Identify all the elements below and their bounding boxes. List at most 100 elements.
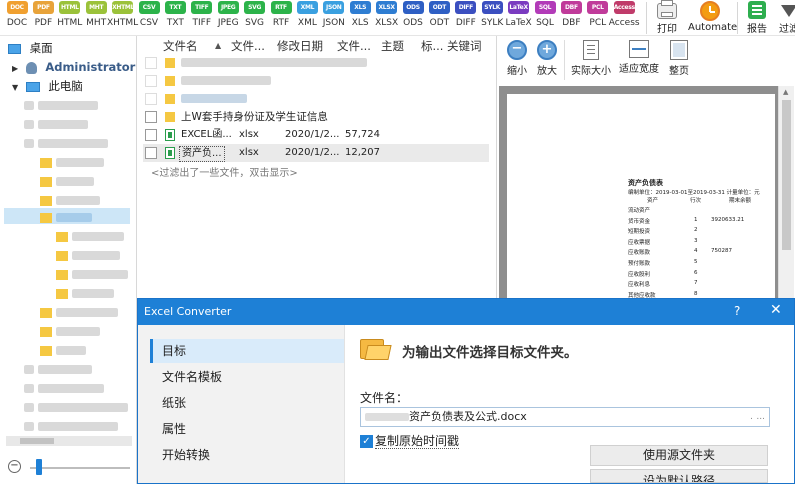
- tree-item-drive[interactable]: [24, 398, 128, 416]
- tree-item-folder[interactable]: [40, 341, 86, 359]
- computer-icon: [25, 81, 40, 92]
- list-item[interactable]: [143, 72, 489, 90]
- format-dbf-icon: DBF: [560, 1, 582, 14]
- filter-button[interactable]: 过滤: [776, 0, 795, 36]
- doc-cell-line: 1: [694, 216, 698, 223]
- vscroll-thumb[interactable]: [782, 100, 791, 250]
- nav-item-start[interactable]: 开始转换: [150, 443, 344, 467]
- file-list: 文件名 ▲ 文件... 修改日期 文件... 主题 标... 关键词 上W套手持…: [139, 36, 494, 298]
- zoom-in-button[interactable]: + 放大: [533, 40, 561, 77]
- tree-item-admin[interactable]: ▶ Administrator: [12, 58, 135, 76]
- zoom-out-button[interactable]: − 缩小: [503, 40, 531, 77]
- row-checkbox[interactable]: [145, 57, 157, 69]
- doc-col-line: 行次: [690, 198, 702, 204]
- doc-cell-line: 4: [694, 248, 698, 255]
- chevron-down-icon[interactable]: ▼: [12, 79, 22, 97]
- tree-item-folder[interactable]: [40, 172, 94, 190]
- preview-vscroll[interactable]: ▲: [778, 86, 794, 298]
- format-odt-icon: ODT: [428, 1, 450, 14]
- list-item[interactable]: [143, 90, 489, 108]
- tree-item-folder[interactable]: [40, 153, 104, 171]
- tree-item-drive[interactable]: [24, 96, 98, 114]
- list-item[interactable]: [143, 54, 489, 72]
- nav-item-properties[interactable]: 属性: [150, 417, 344, 441]
- row-checkbox[interactable]: [145, 75, 157, 87]
- set-default-path-button[interactable]: 设为默认路径: [590, 469, 768, 483]
- help-icon[interactable]: ?: [734, 304, 740, 318]
- tree-hscroll[interactable]: [6, 436, 132, 446]
- report-button[interactable]: 报告: [742, 0, 772, 36]
- hscroll-thumb[interactable]: [20, 438, 54, 444]
- full-page-label: 整页: [669, 66, 689, 77]
- close-icon[interactable]: ✕: [770, 302, 782, 318]
- zoom-out-icon[interactable]: −: [8, 460, 21, 473]
- list-item-file[interactable]: EXCEL函... xlsx 2020/1/2... 57,724: [143, 126, 489, 144]
- actual-size-label: 实际大小: [571, 66, 611, 77]
- folder-icon: [56, 250, 68, 261]
- browse-icon[interactable]: ...: [756, 408, 765, 426]
- tree-item-folder[interactable]: [40, 303, 118, 321]
- zoom-slider[interactable]: −: [6, 458, 132, 478]
- column-header-title[interactable]: 标...: [421, 38, 443, 54]
- tree-item-folder[interactable]: [56, 284, 114, 302]
- row-checkbox[interactable]: [145, 129, 157, 141]
- dialog-titlebar[interactable]: Excel Converter ? ✕: [138, 299, 794, 325]
- doc-cell-label: 应收股利: [628, 271, 651, 278]
- zoom-thumb[interactable]: [36, 459, 42, 475]
- tree-item-drive[interactable]: [24, 115, 88, 133]
- fit-width-button[interactable]: 适应宽度: [617, 40, 661, 75]
- format-rtf-icon: RTF: [270, 1, 292, 14]
- automate-button[interactable]: Automate: [688, 0, 738, 36]
- copy-timestamp-checkbox[interactable]: ✓ 复制原始时间戳: [360, 433, 460, 449]
- list-item-file-selected[interactable]: 资产负... xlsx 2020/1/2... 12,207: [143, 144, 489, 162]
- tree-item-folder[interactable]: [56, 265, 128, 283]
- format-pdf-icon: PDF: [32, 1, 54, 14]
- filename-field[interactable]: 资产负债表及公式.docx . ...: [360, 407, 770, 427]
- file-date: 2020/1/2...: [285, 129, 340, 140]
- print-button[interactable]: 打印: [652, 0, 682, 36]
- tree-item-folder-selected[interactable]: [40, 208, 92, 226]
- format-button-access[interactable]: Access Access: [609, 1, 640, 35]
- nav-item-filename-template[interactable]: 文件名模板: [150, 365, 344, 389]
- preview-frame[interactable]: 资产负债表 编制单位：2019-03-01至2019-03-31 计量单位：元 …: [499, 86, 794, 304]
- tree-item-drive[interactable]: [24, 379, 104, 397]
- tree-item-drive[interactable]: [24, 134, 108, 152]
- column-header-date[interactable]: 修改日期: [277, 38, 323, 54]
- nav-item-target[interactable]: 目标: [150, 339, 344, 363]
- tree-item-folder[interactable]: [56, 227, 124, 245]
- tree-item-computer[interactable]: ▼ 此电脑: [12, 77, 83, 95]
- file-name: 资产负...: [179, 146, 225, 162]
- tree-item-folder[interactable]: [56, 246, 120, 264]
- tree-item-folder[interactable]: [40, 322, 100, 340]
- row-checkbox[interactable]: [145, 147, 157, 159]
- row-checkbox[interactable]: [145, 111, 157, 123]
- folder-icon: [40, 307, 52, 318]
- tree-item-desktop[interactable]: 桌面: [8, 39, 53, 57]
- check-icon[interactable]: ✓: [360, 435, 373, 448]
- field-dropdown-icon[interactable]: .: [750, 408, 753, 426]
- folder-icon: [165, 58, 175, 68]
- column-header-size[interactable]: 文件...: [337, 38, 371, 54]
- tree-item-drive[interactable]: [24, 360, 92, 378]
- format-json-icon: JSON: [323, 1, 345, 14]
- full-page-button[interactable]: 整页: [663, 40, 695, 77]
- zoom-track[interactable]: [30, 467, 130, 469]
- filter-hint[interactable]: <过滤出了一些文件，双击显示>: [151, 164, 298, 179]
- column-header-name[interactable]: 文件名: [163, 38, 198, 54]
- actual-size-button[interactable]: 实际大小: [569, 40, 613, 77]
- chevron-right-icon[interactable]: ▶: [12, 60, 22, 78]
- dialog-nav: 目标 文件名模板 纸张 属性 开始转换: [138, 325, 345, 483]
- column-header-keywords[interactable]: 关键词: [447, 38, 482, 54]
- use-source-folder-button[interactable]: 使用源文件夹: [590, 445, 768, 466]
- scroll-up-icon[interactable]: ▲: [783, 88, 788, 96]
- automate-label: Automate: [688, 22, 738, 33]
- tree-item-drive[interactable]: [24, 417, 118, 435]
- format-access-icon: Access: [613, 1, 635, 14]
- list-item-folder[interactable]: 上W套手持身份证及学生证信息: [143, 108, 489, 126]
- nav-item-paper[interactable]: 纸张: [150, 391, 344, 415]
- preview-panel: − 缩小 + 放大 实际大小 适应宽度 整页 资产负债表 编制单位：2019-0…: [496, 36, 795, 304]
- row-checkbox[interactable]: [145, 93, 157, 105]
- column-header-subject[interactable]: 主题: [381, 38, 404, 54]
- column-header-type[interactable]: 文件...: [231, 38, 265, 54]
- tree-item-folder[interactable]: [40, 191, 100, 209]
